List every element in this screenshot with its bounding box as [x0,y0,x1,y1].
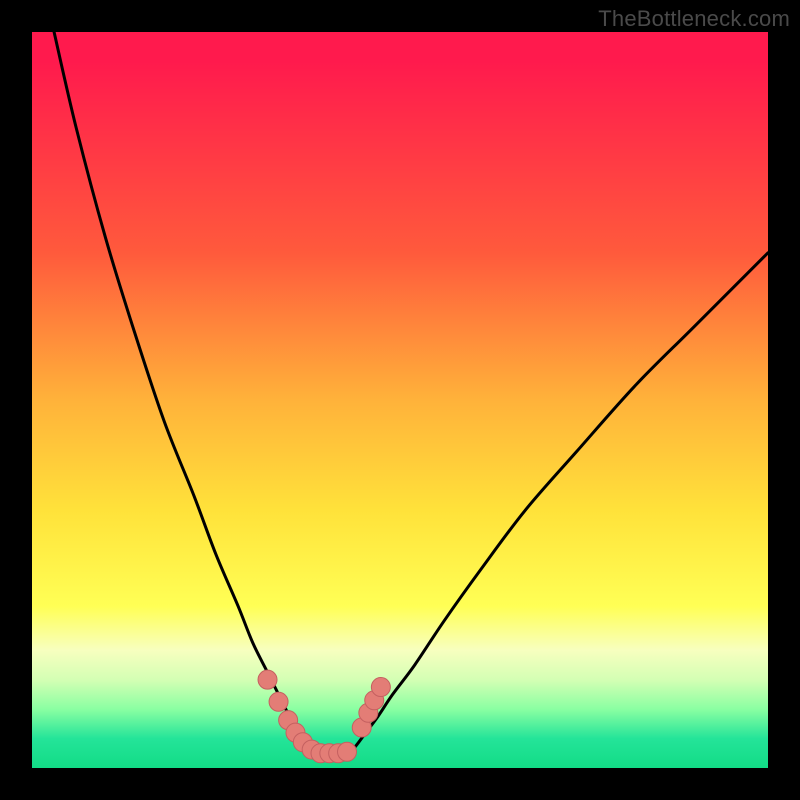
curve-layer [54,32,768,753]
series-left-branch [54,32,326,753]
marker-dot [258,670,277,689]
watermark-text: TheBottleneck.com [598,6,790,32]
marker-dot [371,678,390,697]
chart-frame: TheBottleneck.com [0,0,800,800]
plot-area [32,32,768,768]
marker-dot [338,742,357,761]
chart-svg [32,32,768,768]
marker-layer [258,670,390,763]
marker-dot [269,692,288,711]
series-right-branch [348,253,768,753]
